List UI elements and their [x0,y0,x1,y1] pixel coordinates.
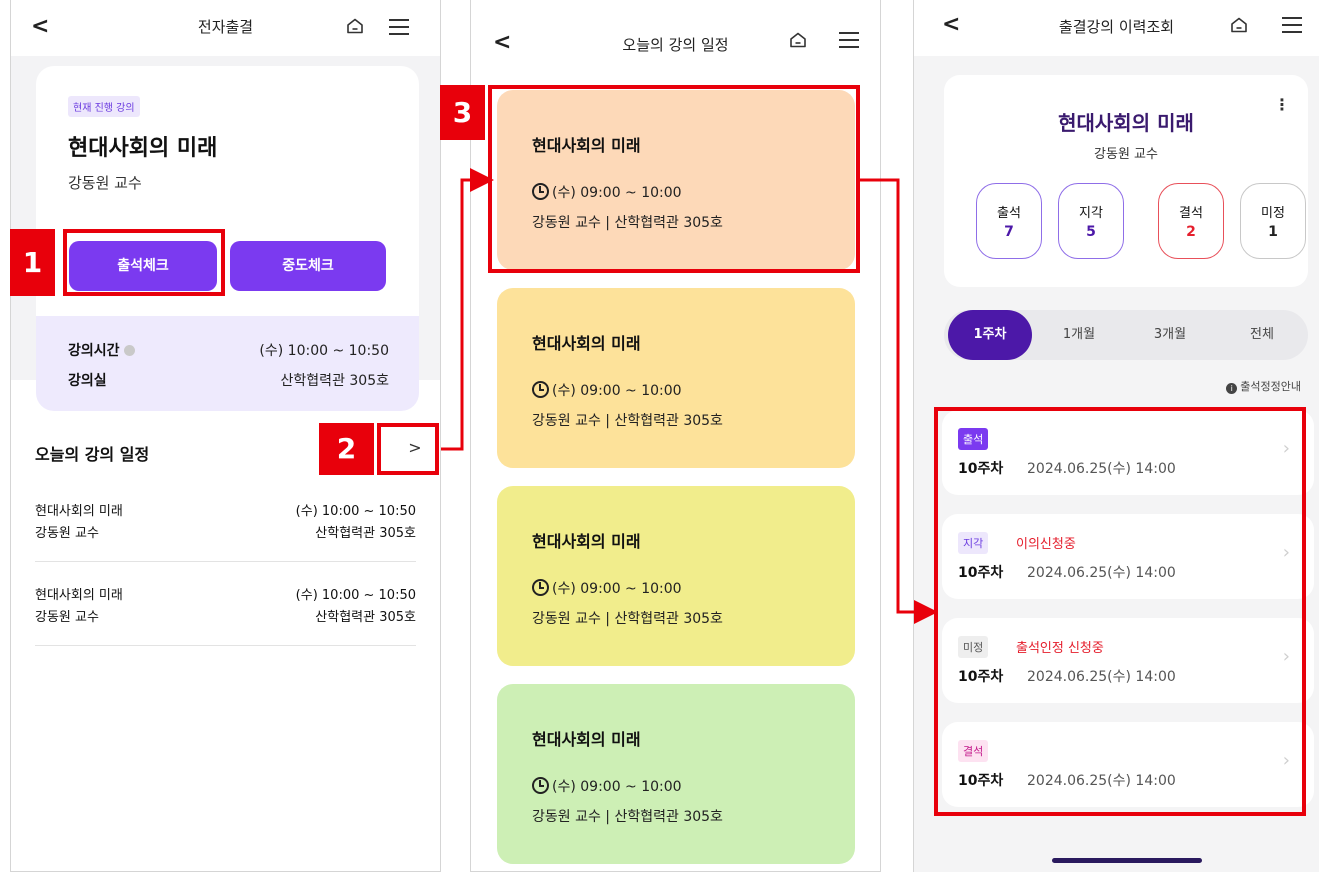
flow-arrows [441,168,938,624]
arrow-2-to-3 [441,168,494,451]
arrow-3-to-history [860,178,938,624]
